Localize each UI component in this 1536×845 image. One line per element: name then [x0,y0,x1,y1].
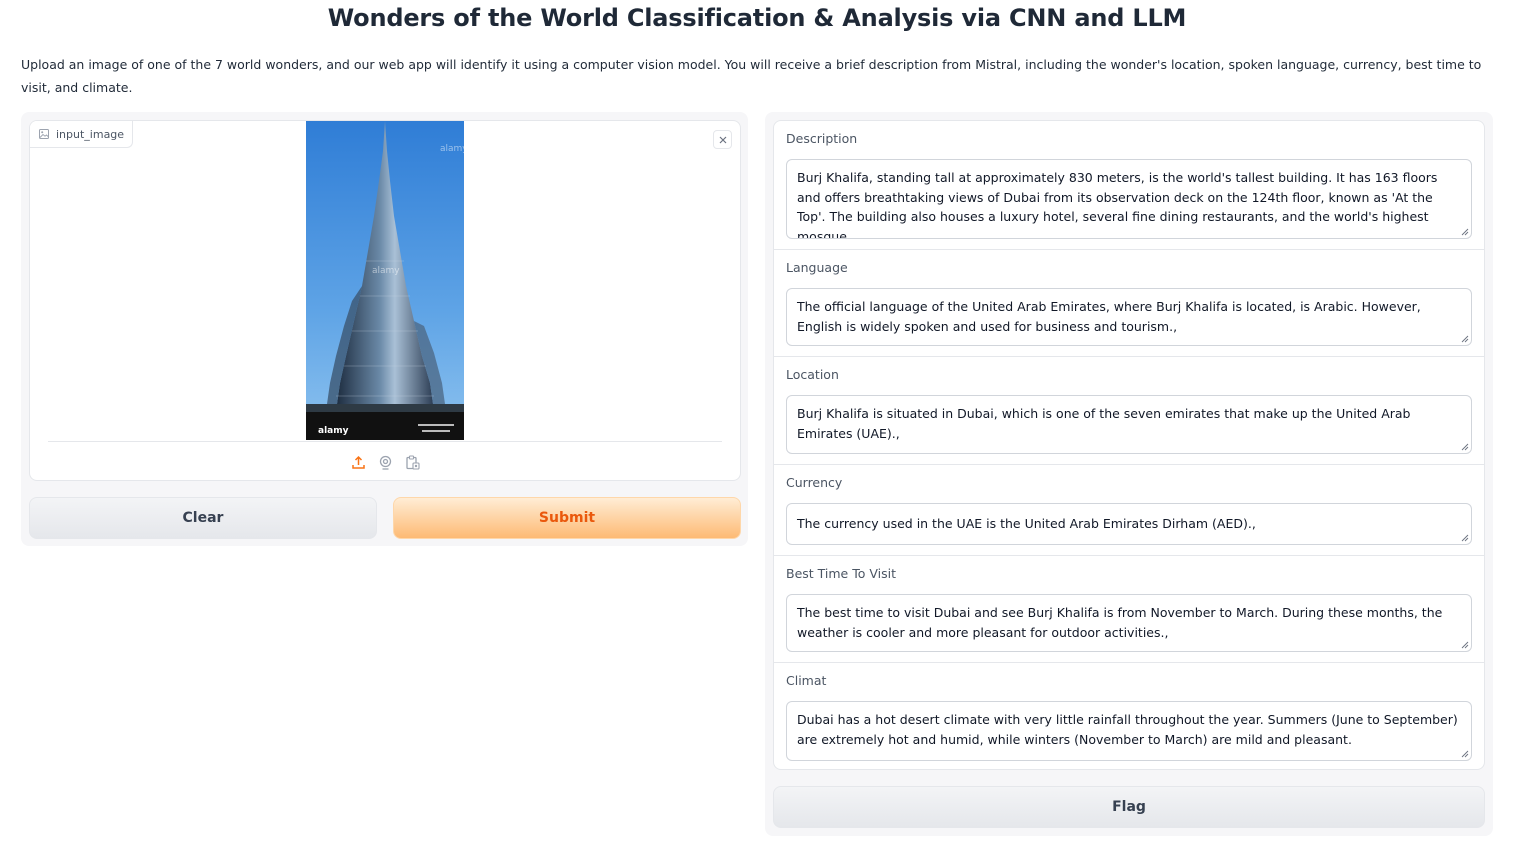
description-label: Description [786,131,858,146]
input-image-label: input_image [56,127,125,141]
flag-button[interactable]: Flag [773,786,1485,828]
image-watermark-top: alamy [440,144,464,154]
best-time-value: The best time to visit Dubai and see Bur… [797,605,1443,640]
resize-grip-icon[interactable] [1461,335,1469,343]
climate-field: Climat Dubai has a hot desert climate wi… [774,662,1484,769]
page-description: Upload an image of one of the 7 world wo… [21,57,1482,95]
close-icon [719,136,726,143]
image-watermark-center: alamy [372,266,400,276]
description-textbox[interactable]: Burj Khalifa, standing tall at approxima… [786,159,1472,239]
location-field: Location Burj Khalifa is situated in Dub… [774,356,1484,464]
input-panel: input_image alamy alam alamy Clear Submi… [21,112,748,546]
climate-label: Climat [786,673,827,688]
resize-grip-icon[interactable] [1461,750,1469,758]
location-textbox[interactable]: Burj Khalifa is situated in Dubai, which… [786,395,1472,454]
best-time-textbox[interactable]: The best time to visit Dubai and see Bur… [786,594,1472,652]
language-textbox[interactable]: The official language of the United Arab… [786,288,1472,346]
image-divider [48,441,722,442]
image-source-toolbar [30,452,740,472]
output-fields: Description Burj Khalifa, standing tall … [773,120,1485,770]
language-field: Language The official language of the Un… [774,249,1484,356]
image-upload-block[interactable]: input_image alamy alam alamy [29,120,741,481]
location-value: Burj Khalifa is situated in Dubai, which… [797,406,1411,441]
climate-value: Dubai has a hot desert climate with very… [797,712,1458,747]
upload-icon[interactable] [350,454,367,471]
image-icon [39,129,49,139]
currency-field: Currency The currency used in the UAE is… [774,464,1484,555]
language-label: Language [786,260,848,275]
description-field: Description Burj Khalifa, standing tall … [774,121,1484,249]
location-label: Location [786,367,839,382]
uploaded-image: alamy alamy alamy [306,121,464,440]
best-time-field: Best Time To Visit The best time to visi… [774,555,1484,662]
resize-grip-icon[interactable] [1461,228,1469,236]
currency-value: The currency used in the UAE is the Unit… [797,516,1256,531]
resize-grip-icon[interactable] [1461,443,1469,451]
currency-label: Currency [786,475,843,490]
currency-textbox[interactable]: The currency used in the UAE is the Unit… [786,503,1472,545]
description-value: Burj Khalifa, standing tall at approxima… [797,170,1438,239]
best-time-label: Best Time To Visit [786,566,896,581]
output-panel: Description Burj Khalifa, standing tall … [765,112,1493,836]
clipboard-icon[interactable] [404,454,421,471]
image-watermark: alamy [318,426,349,436]
clear-button[interactable]: Clear [29,497,377,539]
climate-textbox[interactable]: Dubai has a hot desert climate with very… [786,701,1472,761]
resize-grip-icon[interactable] [1461,641,1469,649]
resize-grip-icon[interactable] [1461,534,1469,542]
input-image-label-tag: input_image [30,121,134,148]
webcam-icon[interactable] [377,454,394,471]
language-value: The official language of the United Arab… [797,299,1421,334]
page-title: Wonders of the World Classification & An… [327,4,1187,32]
remove-image-button[interactable] [713,130,732,149]
submit-button[interactable]: Submit [393,497,741,539]
